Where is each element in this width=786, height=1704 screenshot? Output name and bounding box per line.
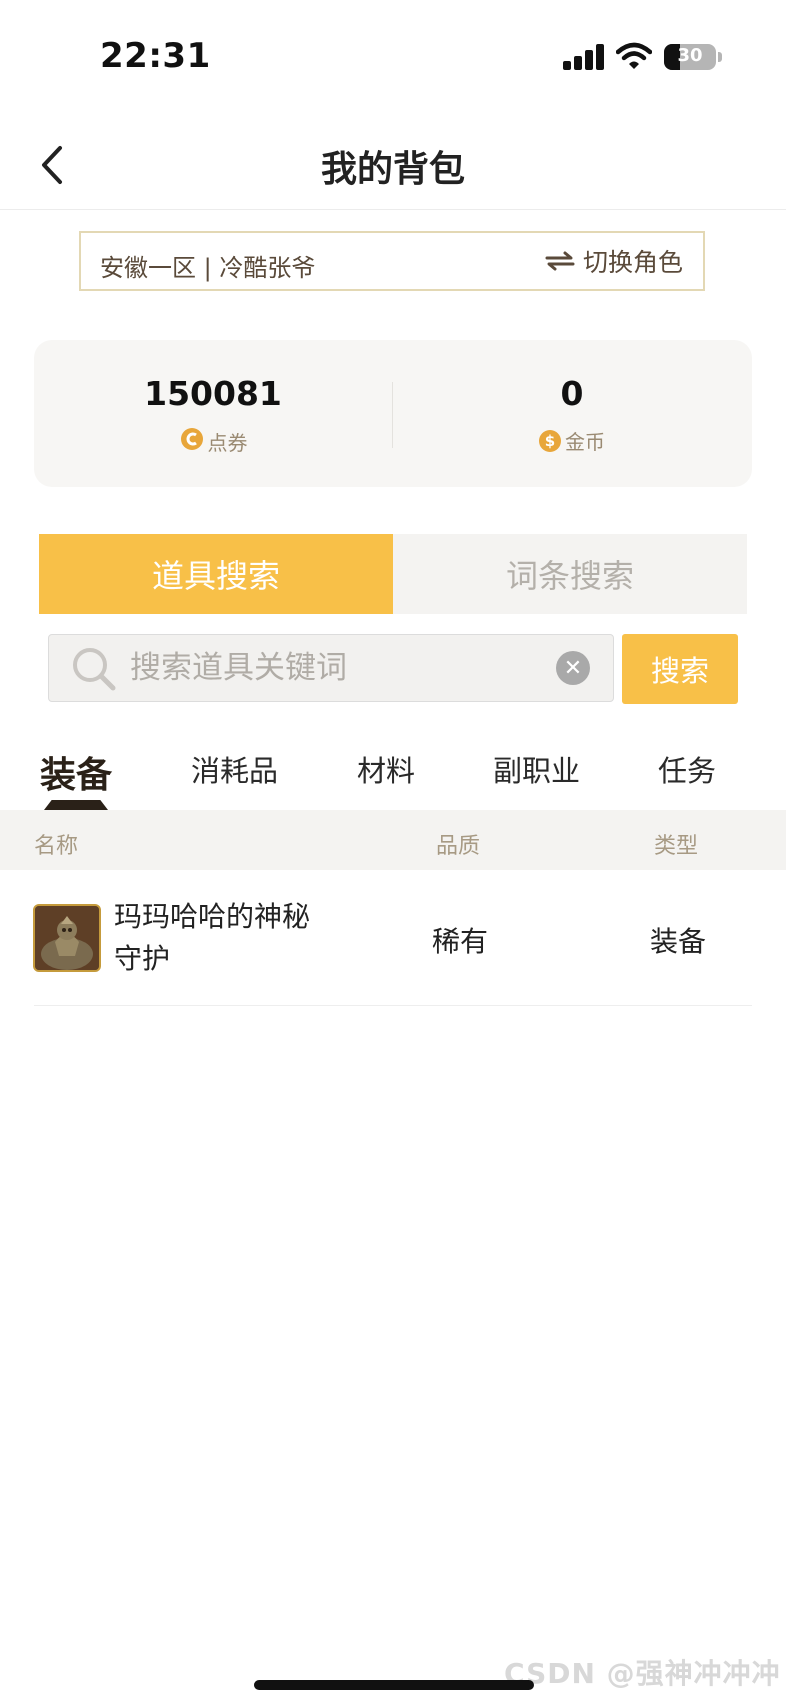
item-quality: 稀有 xyxy=(432,925,489,958)
battery-percentage: 30 xyxy=(677,45,703,66)
gold-coin-icon: $ xyxy=(539,429,561,452)
battery-cap xyxy=(718,52,722,62)
category-tab-equipment[interactable]: 装备 xyxy=(40,746,112,798)
watermark: CSDN @强神冲冲冲 xyxy=(504,1657,781,1690)
currency-divider xyxy=(392,382,393,448)
active-tab-indicator xyxy=(44,800,108,810)
voucher-label-row: 点券 xyxy=(113,426,313,457)
tab-attribute-search[interactable]: 词条搜索 xyxy=(393,534,747,614)
page-title: 我的背包 xyxy=(320,149,465,190)
switch-role-button[interactable]: 切换角色 xyxy=(545,243,683,279)
mamahaha-item-icon[interactable] xyxy=(33,904,101,972)
swap-icon xyxy=(545,251,575,271)
category-tab-materials[interactable]: 材料 xyxy=(357,748,415,790)
search-icon xyxy=(70,645,118,693)
gold-label: 金币 xyxy=(565,430,605,454)
category-tab-side-profession[interactable]: 副职业 xyxy=(493,748,580,790)
item-name[interactable]: 玛玛哈哈的神秘守护 xyxy=(114,896,314,980)
home-indicator[interactable] xyxy=(254,1680,534,1690)
wifi-icon xyxy=(615,42,653,70)
column-header-type: 类型 xyxy=(654,834,699,859)
nav-divider xyxy=(0,209,786,210)
column-header-name: 名称 xyxy=(34,834,79,859)
voucher-label: 点券 xyxy=(207,431,248,455)
item-type: 装备 xyxy=(650,925,707,958)
clear-icon[interactable]: ✕ xyxy=(556,651,590,685)
tab-item-search[interactable]: 道具搜索 xyxy=(39,534,393,614)
voucher-coin-icon xyxy=(179,426,205,457)
gold-label-row: $ 金币 xyxy=(472,426,672,455)
voucher-value: 150081 xyxy=(144,374,282,413)
column-header-quality: 品质 xyxy=(436,834,481,859)
search-input[interactable] xyxy=(130,648,540,688)
role-name: 安徽一区 | 冷酷张爷 xyxy=(100,254,316,282)
cellular-signal-icon xyxy=(563,44,605,70)
search-button[interactable]: 搜索 xyxy=(622,634,738,704)
currency-card xyxy=(34,340,752,487)
switch-role-label: 切换角色 xyxy=(583,248,684,277)
category-tab-consumables[interactable]: 消耗品 xyxy=(191,748,278,790)
category-tab-quests[interactable]: 任务 xyxy=(658,748,716,790)
row-divider xyxy=(34,1005,752,1006)
battery-icon: 30 xyxy=(664,44,716,70)
gold-value: 0 xyxy=(560,374,584,413)
status-time: 22:31 xyxy=(100,36,211,76)
